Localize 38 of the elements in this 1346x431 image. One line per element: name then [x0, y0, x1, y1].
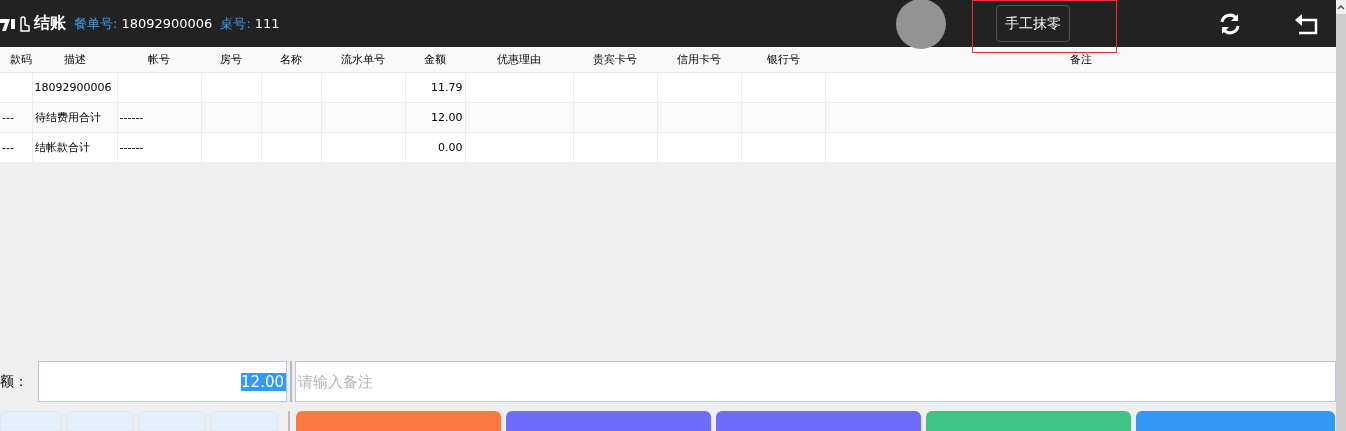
- action-button[interactable]: [1136, 411, 1335, 431]
- column-header: 房号: [201, 47, 261, 73]
- round-off-button[interactable]: 手工抹零: [996, 5, 1070, 42]
- action-button[interactable]: [506, 411, 711, 431]
- table-cell: ---: [2, 111, 14, 124]
- table-cell: 待结费用合计: [34, 111, 101, 124]
- avatar[interactable]: [896, 0, 946, 49]
- table-number: 111: [254, 16, 280, 31]
- remark-field[interactable]: 请输入备注: [295, 361, 1336, 402]
- amount-label: 额：: [0, 371, 29, 391]
- column-header: 帐号: [117, 47, 201, 73]
- scroll-up-icon[interactable]: [1337, 4, 1345, 10]
- column-header: 款码: [0, 47, 32, 73]
- order-label: 餐单号:: [74, 14, 118, 33]
- column-header: 描述: [32, 47, 117, 73]
- table-cell: 0.00: [438, 141, 463, 154]
- order-number: 18092900006: [121, 16, 213, 31]
- scrollbar[interactable]: [1336, 0, 1346, 431]
- column-header: 贵宾卡号: [573, 47, 657, 73]
- column-header: 流水单号: [321, 47, 405, 73]
- action-button[interactable]: [926, 411, 1131, 431]
- column-header: 优惠理由: [465, 47, 573, 73]
- table-label: 桌号:: [220, 14, 251, 33]
- column-header: 名称: [261, 47, 321, 73]
- column-header: 信用卡号: [657, 47, 741, 73]
- table-cell: 18092900006: [34, 81, 112, 94]
- table-cell: 结帐款合计: [34, 141, 90, 154]
- column-header: 银行号: [741, 47, 825, 73]
- table-cell: ------: [119, 141, 144, 154]
- column-header: 备注: [825, 47, 1336, 73]
- table-cell: 11.79: [431, 81, 463, 94]
- table-cell: ---: [2, 141, 14, 154]
- column-header: 金额: [405, 47, 465, 73]
- page-title: 结账: [34, 13, 66, 34]
- table-cell: ------: [119, 111, 144, 124]
- action-button[interactable]: [296, 411, 501, 431]
- action-button[interactable]: [716, 411, 921, 431]
- table-cell: 12.00: [431, 111, 463, 124]
